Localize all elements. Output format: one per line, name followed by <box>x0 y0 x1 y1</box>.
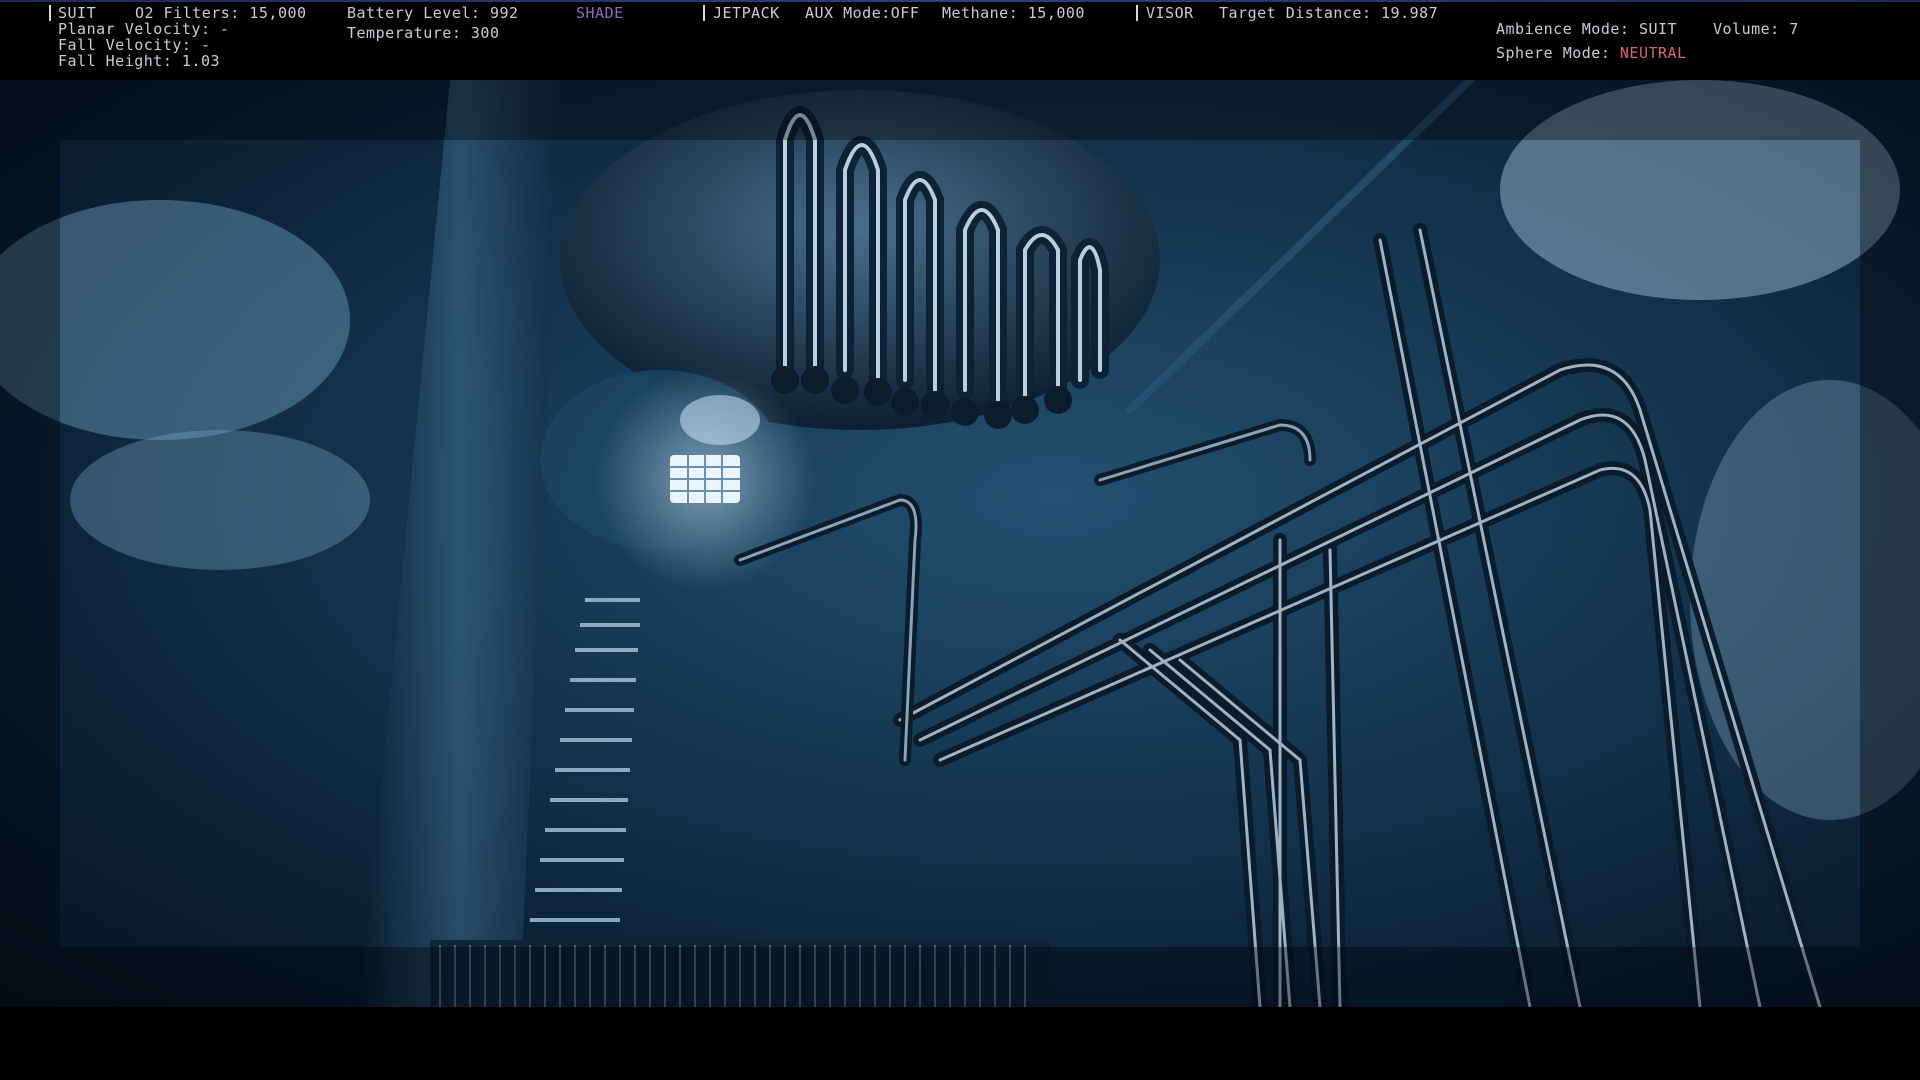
left-column <box>360 80 560 1007</box>
battery-level-readout: Battery Level: 992 <box>347 4 519 22</box>
sphere-mode-label: Sphere Mode: <box>1496 44 1620 62</box>
suit-label: SUIT <box>58 4 97 22</box>
visor-separator <box>1136 5 1138 21</box>
fall-velocity-readout: Fall Velocity: - <box>58 36 211 54</box>
sphere-mode-readout: Sphere Mode: NEUTRAL <box>1496 45 1687 61</box>
suit-separator <box>49 5 51 21</box>
hud-accent-line <box>0 0 1920 2</box>
jetpack-separator <box>703 5 705 21</box>
scene-render <box>0 80 1920 1007</box>
methane-readout: Methane: 15,000 <box>942 4 1085 22</box>
visor-label: VISOR <box>1146 4 1194 22</box>
planar-velocity-readout: Planar Velocity: - <box>58 20 230 38</box>
volume-readout: Volume: 7 <box>1713 20 1799 38</box>
game-viewport[interactable] <box>0 80 1920 1007</box>
target-distance-readout: Target Distance: 19.987 <box>1219 4 1439 22</box>
fall-height-readout: Fall Height: 1.03 <box>58 52 221 70</box>
shade-indicator: SHADE <box>576 4 624 22</box>
hud-bar: SUIT O2 Filters: 15,000 Planar Velocity:… <box>0 0 1920 80</box>
bottom-letterbox <box>0 1007 1920 1080</box>
temperature-readout: Temperature: 300 <box>347 24 500 42</box>
o2-filters-readout: O2 Filters: 15,000 <box>135 4 307 22</box>
ladder <box>530 598 640 922</box>
sphere-mode-value: NEUTRAL <box>1619 44 1687 62</box>
glow-panel <box>595 370 815 590</box>
jetpack-label: JETPACK <box>713 4 780 22</box>
aux-mode-readout: AUX Mode:OFF <box>805 4 920 22</box>
ambience-mode-readout: Ambience Mode: SUIT <box>1496 20 1678 38</box>
